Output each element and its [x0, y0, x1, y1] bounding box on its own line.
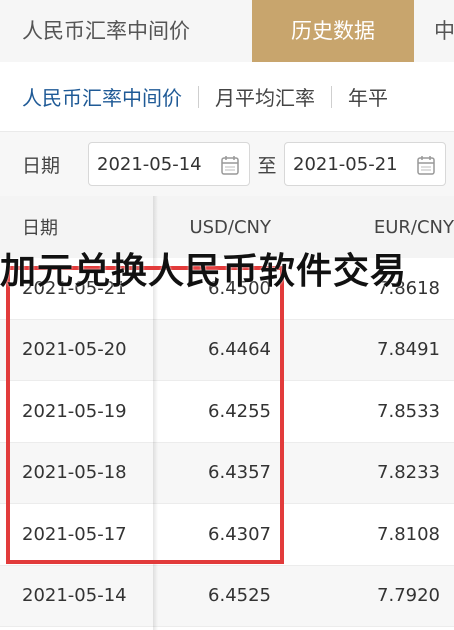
cell-eur: 7.8233: [377, 462, 440, 484]
date-filter-row: 日期 2021-05-14 至 2021-05-21: [0, 132, 454, 196]
calendar-icon[interactable]: [417, 155, 435, 175]
divider: [331, 85, 332, 108]
divider: [198, 85, 199, 108]
header-eur-cny: EUR/CNY: [373, 216, 454, 238]
subtab-monthly-average[interactable]: 月平均汇率: [215, 82, 315, 111]
overlay-caption: 加元兑换人民币软件交易: [0, 251, 408, 292]
date-filter-label: 日期: [22, 154, 61, 177]
start-date-value: 2021-05-14: [97, 153, 202, 175]
highlight-box: [6, 266, 284, 564]
subtab-rmb-central-parity[interactable]: 人民币汇率中间价: [22, 82, 182, 111]
start-date-input[interactable]: 2021-05-14: [88, 142, 250, 186]
tab-history-data[interactable]: 历史数据: [252, 0, 414, 62]
end-date-input[interactable]: 2021-05-21: [284, 142, 446, 186]
tab-more[interactable]: 中: [414, 0, 454, 62]
cell-eur: 7.7920: [377, 585, 440, 607]
tab-rmb-central-parity[interactable]: 人民币汇率中间价: [0, 0, 252, 62]
subtab-yearly-average[interactable]: 年平: [348, 82, 388, 111]
sub-tab-bar: 人民币汇率中间价 月平均汇率 年平: [0, 62, 454, 132]
cell-eur: 7.8108: [377, 523, 440, 545]
cell-eur: 7.8533: [377, 400, 440, 422]
header-usd-cny: USD/CNY: [189, 216, 271, 238]
top-tab-bar: 人民币汇率中间价 历史数据 中: [0, 0, 454, 62]
date-range-separator: 至: [257, 154, 277, 177]
table-row: 2021-05-14 6.4525 7.7920: [0, 565, 454, 627]
calendar-icon[interactable]: [221, 155, 239, 175]
end-date-value: 2021-05-21: [293, 153, 398, 175]
header-date: 日期: [22, 218, 58, 239]
cell-date: 2021-05-14: [22, 585, 127, 607]
cell-usd: 6.4525: [208, 585, 271, 607]
cell-eur: 7.8491: [377, 339, 440, 361]
